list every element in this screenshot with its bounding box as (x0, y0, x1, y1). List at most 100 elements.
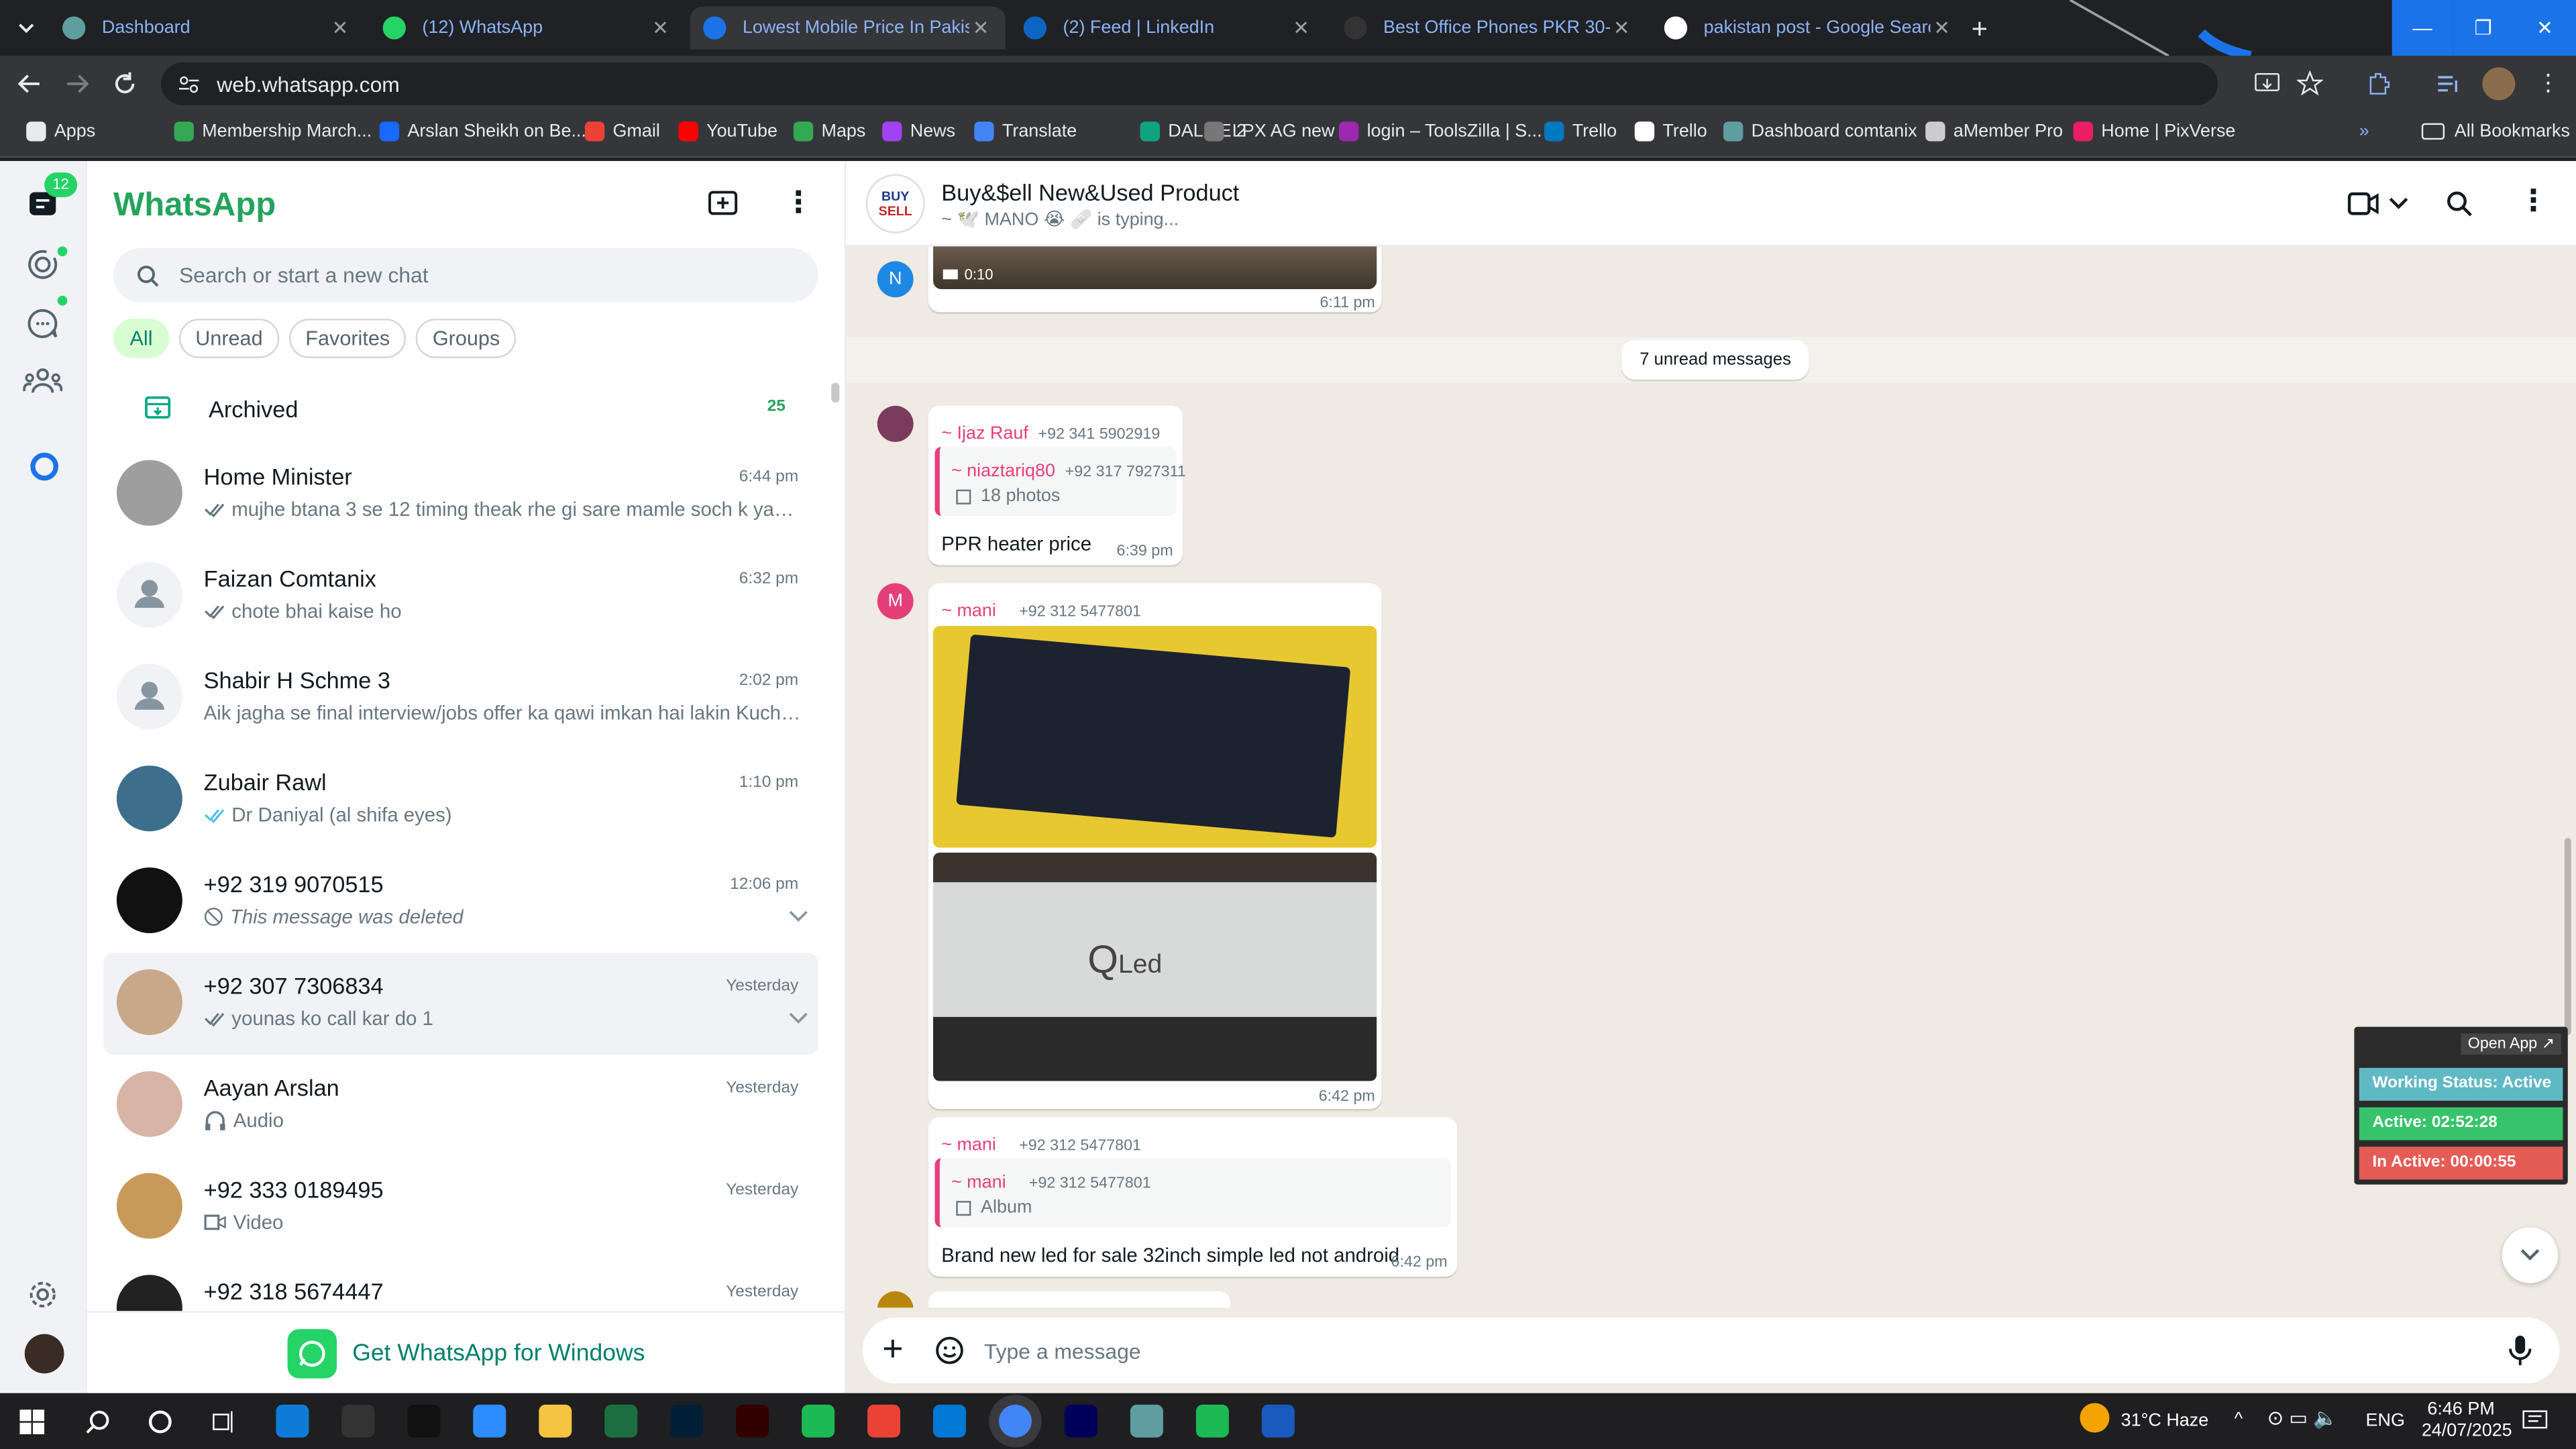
chat-list-item[interactable]: Zubair Rawl 1:10 pm Dr Daniyal (al shifa e… (103, 749, 818, 851)
bookmark-item[interactable]: Trello (1544, 121, 1617, 142)
get-app-link[interactable]: Get WhatsApp for Windows (352, 1340, 645, 1366)
profile-avatar[interactable] (2482, 67, 2516, 101)
chat-list-item[interactable]: +92 333 0189495 Yesterday Video (103, 1157, 818, 1258)
bookmark-star-icon[interactable] (2296, 70, 2323, 97)
default-avatar[interactable] (116, 663, 182, 730)
close-tab-icon[interactable]: ✕ (1931, 16, 1953, 39)
video-call-button[interactable] (2347, 191, 2410, 217)
search-box[interactable]: Search or start a new chat (113, 248, 818, 303)
browser-tab[interactable]: (12) WhatsApp ✕ (370, 7, 685, 50)
contact-avatar[interactable] (116, 765, 182, 832)
bookmark-item[interactable]: Apps (26, 121, 95, 142)
bookmark-item[interactable]: Home | PixVerse (2073, 121, 2235, 142)
chat-list-item[interactable]: Faizan Comtanix 6:32 pm chote bhai kaise h… (103, 545, 818, 647)
app-diamond-icon[interactable] (1130, 1404, 1163, 1438)
sticker-emoji-icon[interactable] (934, 1336, 964, 1365)
illustrator-icon[interactable] (736, 1404, 769, 1438)
edge-icon[interactable] (276, 1404, 309, 1438)
scroll-to-bottom-button[interactable] (2502, 1227, 2559, 1283)
message-bubble[interactable] (928, 1291, 1231, 1308)
album-photo-tv-box[interactable]: QLed (933, 853, 1377, 1081)
album-photo-tv-screen[interactable] (933, 626, 1377, 848)
tray-chevron-icon[interactable]: ^ (2235, 1409, 2243, 1429)
new-chat-button[interactable] (706, 189, 739, 219)
close-tab-icon[interactable]: ✕ (969, 16, 992, 39)
file-explorer-icon[interactable] (539, 1404, 572, 1438)
filter-pill[interactable]: All (113, 319, 170, 358)
microphone-icon[interactable] (2509, 1334, 2532, 1367)
chat-list-scrollbar[interactable] (831, 382, 840, 403)
bookmark-item[interactable]: LPX AG new (1204, 121, 1335, 142)
browser-tab[interactable]: Dashboard ✕ (49, 7, 364, 50)
album-message-bubble[interactable]: ~ mani +92 312 5477801 QLed 6:42 pm (928, 583, 1382, 1110)
communities-nav-button[interactable] (23, 365, 63, 398)
message-bubble[interactable]: ~ Ijaz Rauf +92 341 5902919 ~ niaztariq80… (928, 405, 1186, 566)
message-input[interactable]: Type a message (984, 1339, 1141, 1364)
chat-list-item[interactable]: +92 319 9070515 12:06 pm This message was … (103, 851, 818, 953)
meta-ai-button[interactable] (30, 451, 59, 481)
bookmark-item[interactable]: Gmail (584, 121, 660, 142)
bookmark-item[interactable]: Membership March... (174, 121, 372, 142)
pen-icon[interactable] (341, 1404, 375, 1438)
install-app-icon[interactable] (2254, 70, 2280, 97)
bookmark-item[interactable]: YouTube (678, 121, 777, 142)
message-bubble[interactable]: ~ mani +92 312 5477801 ~ mani +92 312 5477… (928, 1117, 1458, 1277)
forward-arrow-icon[interactable] (64, 72, 91, 95)
camtasia2-icon[interactable] (1195, 1404, 1229, 1438)
contact-avatar[interactable] (116, 1173, 182, 1239)
chrome-active-icon[interactable] (998, 1404, 1032, 1438)
close-tab-icon[interactable]: ✕ (329, 16, 352, 39)
search-icon[interactable] (85, 1409, 110, 1434)
chevron-down-icon[interactable] (789, 1012, 808, 1026)
premiere-icon[interactable] (1064, 1404, 1097, 1438)
filter-pill[interactable]: Unread (178, 319, 280, 358)
bookmark-item[interactable]: Maps (793, 121, 865, 142)
all-bookmarks-button[interactable]: All Bookmarks (2421, 121, 2570, 142)
weather-text[interactable]: 31°C Haze (2121, 1411, 2209, 1431)
browser-tab[interactable]: pakistan post - Google Search ✕ (1651, 7, 1966, 50)
chat-list-item[interactable]: +92 318 5674447 Yesterday (103, 1258, 818, 1311)
my-profile-avatar[interactable] (24, 1334, 64, 1374)
bookmark-item[interactable]: Arslan Sheikh on Be... (379, 121, 586, 142)
contact-avatar[interactable] (116, 460, 182, 526)
messages-scrollbar[interactable] (2564, 837, 2571, 1035)
more-bookmarks-icon[interactable]: » (2359, 121, 2369, 141)
bookmark-item[interactable]: Dashboard comtanix (1723, 121, 1917, 142)
close-tab-icon[interactable]: ✕ (649, 16, 672, 39)
media-controls-icon[interactable] (2434, 70, 2461, 97)
settings-button[interactable] (26, 1278, 59, 1311)
sender-name[interactable]: ~ mani (941, 601, 996, 621)
new-tab-plus-icon[interactable]: + (1972, 13, 1988, 46)
default-avatar[interactable] (116, 561, 182, 628)
excel-icon[interactable] (604, 1404, 638, 1438)
open-app-button[interactable]: Open App ↗ (2461, 1033, 2561, 1055)
quoted-message[interactable]: ~ mani +92 312 5477801 Album (934, 1158, 1451, 1228)
browser-tab[interactable]: (2) Feed | LinkedIn ✕ (1010, 7, 1326, 50)
extensions-icon[interactable] (2366, 70, 2392, 97)
filter-pill[interactable]: Groups (416, 319, 517, 358)
group-name[interactable]: Buy&$ell New&Used Product (941, 179, 1239, 205)
close-window-button[interactable]: ✕ (2513, 0, 2576, 56)
task-view-icon[interactable] (212, 1409, 237, 1434)
sidebar-menu-icon[interactable]: ⋮ (784, 186, 813, 220)
contact-avatar[interactable] (116, 969, 182, 1035)
search-messages-icon[interactable] (2447, 191, 2473, 217)
video-thumbnail[interactable]: 0:10 (933, 246, 1377, 290)
sender-name[interactable]: ~ Ijaz Rauf (941, 424, 1028, 443)
video-message-bubble[interactable]: 0:10 6:11 pm (928, 246, 1382, 313)
address-bar[interactable]: web.whatsapp.com (161, 62, 2218, 105)
windows-start-icon[interactable] (19, 1409, 45, 1434)
conversation-menu-icon[interactable]: ⋮ (2518, 184, 2548, 218)
chat-list-item[interactable]: +92 307 7306834 Yesterday younas ko call k… (103, 953, 818, 1055)
restore-button[interactable]: ❐ (2453, 0, 2514, 56)
sender-avatar[interactable] (877, 405, 914, 442)
reload-icon[interactable] (112, 70, 138, 97)
cortana-icon[interactable] (148, 1409, 172, 1434)
bookmark-item[interactable]: Trello (1634, 121, 1707, 142)
search-input[interactable]: Search or start a new chat (179, 263, 429, 288)
close-tab-icon[interactable]: ✕ (1610, 16, 1633, 39)
attach-plus-icon[interactable]: + (882, 1330, 903, 1367)
chat-list-item[interactable]: Shabir H Schme 3 2:02 pm Aik jagha se fina… (103, 647, 818, 749)
chrome-icon[interactable] (867, 1404, 901, 1438)
bookmark-item[interactable]: login – ToolsZilla | S... (1338, 121, 1542, 142)
